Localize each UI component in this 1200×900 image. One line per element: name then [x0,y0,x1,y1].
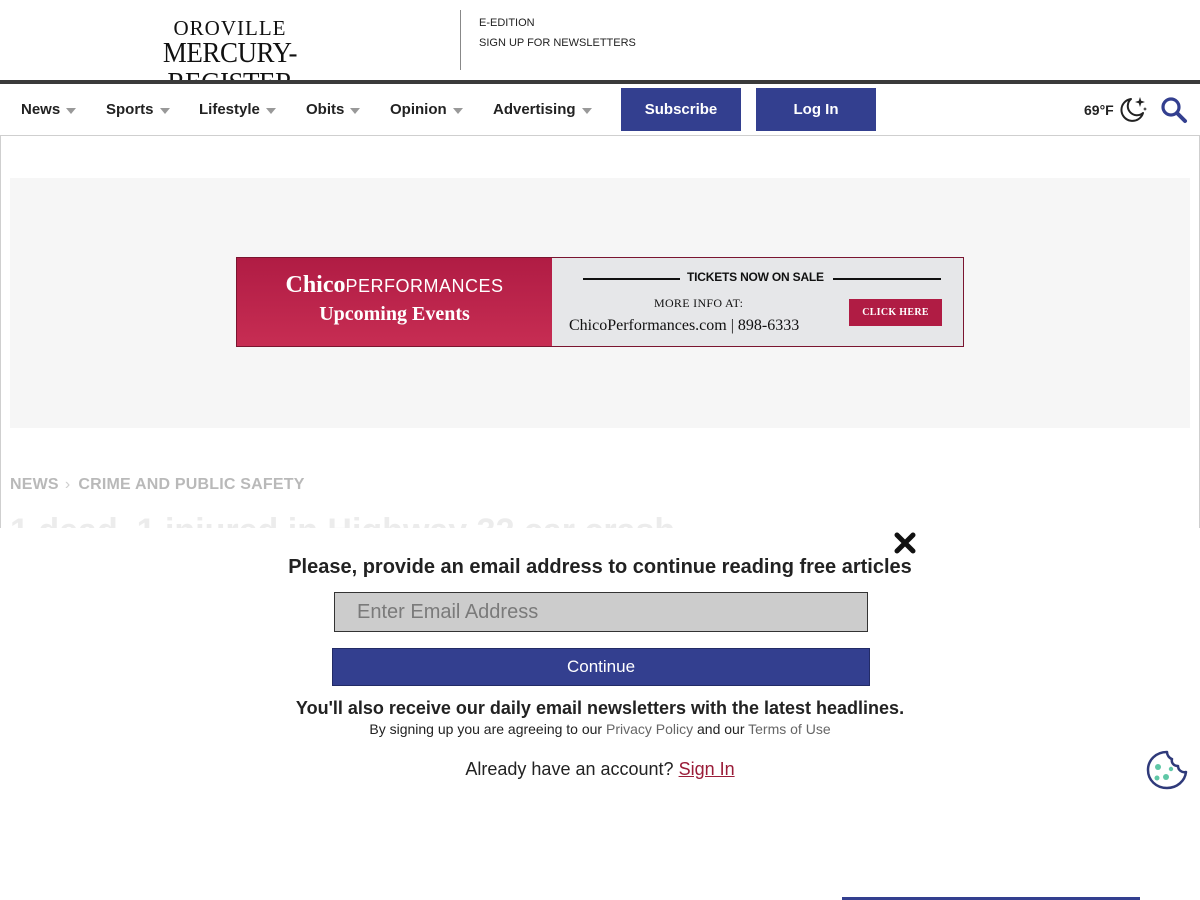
account-prefix: Already have an account? [465,759,674,779]
nav-item-label: Advertising [493,101,576,118]
continue-button[interactable]: Continue [332,648,870,686]
chevron-down-icon [66,107,77,114]
masthead-links: E-EDITION SIGN UP FOR NEWSLETTERS [479,13,636,53]
nav-item-label: Lifestyle [199,101,260,118]
email-field[interactable] [334,592,868,632]
account-prompt: Already have an account? Sign In [0,759,1200,780]
nav-item-label: Obits [306,101,345,118]
ad-brand-panel: ChicoPERFORMANCES Upcoming Events [237,258,552,346]
nav-item-advertising[interactable]: Advertising [493,84,592,135]
ad-rule-left [583,278,680,280]
cookie-icon[interactable] [1146,750,1188,790]
privacy-policy-link[interactable]: Privacy Policy [606,721,693,737]
nav-item-obits[interactable]: Obits [306,84,361,135]
masthead-divider [460,10,461,70]
ad-more-info: MORE INFO AT: [654,296,744,310]
ad-brand-bold: Chico [285,272,346,298]
main-nav: News Sports Lifestyle Obits Opinion Adve… [0,84,1200,136]
ad-info-panel: TICKETS NOW ON SALE MORE INFO AT: ChicoP… [552,258,963,346]
newsletter-signup-link[interactable]: SIGN UP FOR NEWSLETTERS [479,33,636,53]
terms-of-use-link[interactable]: Terms of Use [748,721,830,737]
banner-ad[interactable]: ChicoPERFORMANCES Upcoming Events TICKET… [236,257,964,347]
moon-stars-icon [1120,97,1147,122]
nav-item-label: Opinion [390,101,447,118]
newsletter-notice: You'll also receive our daily email news… [295,698,905,718]
logo-line-1: OROVILLE [173,16,287,40]
sign-in-link[interactable]: Sign In [679,759,735,779]
chevron-down-icon [350,107,361,114]
ad-website: ChicoPerformances.com | 898-6333 [569,317,800,334]
chevron-down-icon [452,107,463,114]
ad-click-here-button[interactable]: CLICK HERE [849,299,942,326]
legal-mid: and our [697,721,745,737]
nav-item-label: Sports [106,101,154,118]
breadcrumb-news[interactable]: NEWS [10,476,59,493]
chevron-right-icon: › [64,476,71,493]
e-edition-link[interactable]: E-EDITION [479,13,636,33]
ad-subtitle: Upcoming Events [319,303,470,325]
close-icon[interactable] [893,531,917,555]
chevron-down-icon [159,107,170,114]
masthead: OROVILLE MERCURY-REGISTER E-EDITION SIGN… [0,0,1200,98]
weather-temperature: 69°F [1084,101,1114,118]
legal-notice: By signing up you are agreeing to our Pr… [0,721,1200,737]
legal-prefix: By signing up you are agreeing to our [369,721,603,737]
ad-brand: ChicoPERFORMANCES [237,272,552,299]
email-gate-title: Please, provide an email address to cont… [288,556,912,578]
nav-item-news[interactable]: News [21,84,77,135]
breadcrumb-crime[interactable]: CRIME AND PUBLIC SAFETY [78,476,304,493]
ad-rule-right [833,278,941,280]
login-button[interactable]: Log In [756,88,876,131]
breadcrumb: NEWS › CRIME AND PUBLIC SAFETY [10,476,305,494]
nav-item-label: News [21,101,61,118]
subscribe-button[interactable]: Subscribe [621,88,741,131]
chevron-down-icon [581,107,592,114]
nav-item-opinion[interactable]: Opinion [390,84,463,135]
search-icon[interactable] [1160,96,1188,124]
nav-item-sports[interactable]: Sports [106,84,170,135]
chevron-down-icon [265,107,276,114]
nav-item-lifestyle[interactable]: Lifestyle [199,84,276,135]
ad-brand-rest: PERFORMANCES [345,276,504,296]
ad-tickets-text: TICKETS NOW ON SALE [687,270,824,284]
